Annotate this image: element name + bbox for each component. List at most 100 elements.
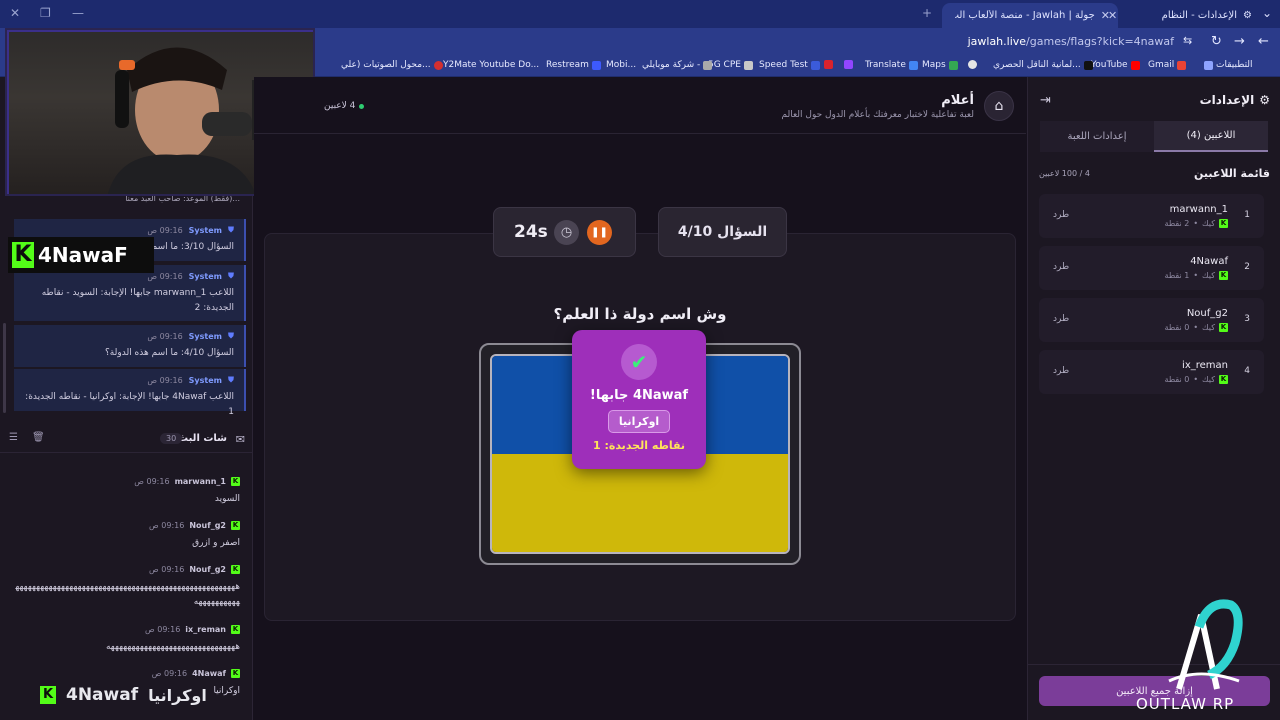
player-meta: K كيك • 0 نقطة xyxy=(1164,375,1228,384)
chat-title: شات البث xyxy=(178,433,227,444)
message-time: 09:16 ص xyxy=(149,521,185,530)
players-online-label: 4 لاعبين xyxy=(324,101,356,111)
close-tab-icon[interactable]: ✕ xyxy=(1108,9,1117,22)
tab-players[interactable]: اللاعبين (4) xyxy=(1154,121,1268,152)
popup-answer: اوكرانيا xyxy=(607,410,671,433)
bookmark-restream[interactable]: Restream xyxy=(546,60,601,70)
chat-count-badge: 30 xyxy=(160,433,183,444)
player-row: 2 4Nawaf K كيك • 1 نقطة طرد xyxy=(1039,246,1264,290)
bookmark-globe[interactable] xyxy=(968,60,977,69)
minimize-window-icon[interactable]: — xyxy=(72,6,84,20)
message-text: هههههههههههههههههههههههههههههههه xyxy=(105,642,240,652)
kick-player-button[interactable]: طرد xyxy=(1053,262,1069,272)
back-icon[interactable]: ← xyxy=(1258,34,1269,49)
players-count: 4 / 100 لاعبين xyxy=(1039,169,1090,178)
tab-title: جولة | Jawlah - منصة الألعاب الت... xyxy=(955,10,1095,21)
message-time: 09:16 ص xyxy=(147,375,183,385)
bookmark-label: Maps xyxy=(922,60,946,70)
chat-message: K Nouf_g2 09:16 ص هههههههههههههههههههههههه… xyxy=(12,565,240,610)
bookmark-gmail[interactable]: Gmail xyxy=(1148,60,1187,70)
bookmark-label: Restream xyxy=(546,60,589,70)
tab-game-settings[interactable]: إعدادات اللعبة xyxy=(1040,121,1154,152)
message-time: 09:16 ص xyxy=(134,477,170,486)
home-button[interactable]: ⌂ xyxy=(984,91,1014,121)
scrollbar[interactable] xyxy=(3,323,6,413)
player-row: 4 ix_reman K كيك • 0 نقطة طرد xyxy=(1039,350,1264,394)
question-text: وش اسم دولة ذا العلم؟ xyxy=(553,305,727,323)
message-text: السؤال 4/10: ما اسم هذه الدولة؟ xyxy=(105,348,234,358)
router-icon xyxy=(743,60,753,70)
bookmark-y2mate[interactable]: Y2Mate Youtube Do... xyxy=(443,60,539,70)
kick-player-button[interactable]: طرد xyxy=(1053,314,1069,324)
message-text: هههههههههههههههههههههههههههههههههههههههه… xyxy=(15,582,240,607)
new-tab-icon[interactable]: + xyxy=(922,6,932,20)
answer-caption-overlay: K 4Nawaf اوكرانيا xyxy=(40,683,215,707)
player-name: marwann_1 xyxy=(1169,204,1228,215)
bookmark-mobi[interactable]: Mobi... xyxy=(606,60,636,70)
bookmark-label: التطبيقات xyxy=(1216,60,1253,70)
kick-icon: K xyxy=(231,521,240,530)
message-author: Nouf_g2 xyxy=(189,521,226,530)
tab-jawlah[interactable]: ✕ جولة | Jawlah - منصة الألعاب الت... xyxy=(942,3,1118,28)
player-platform: كيك xyxy=(1202,375,1215,384)
trash-icon[interactable]: 🗑 xyxy=(32,432,45,443)
site-settings-icon[interactable]: ⇆ xyxy=(1183,34,1192,47)
bookmark-audio-converter[interactable]: محول الصوتيات (علي... xyxy=(341,60,443,70)
system-message: ⛊ System 09:16 ص اللاعب marwann_1 جابها! ا… xyxy=(14,265,246,321)
site-icon xyxy=(703,60,713,70)
reload-icon[interactable]: ↻ xyxy=(1211,34,1222,49)
bookmark-speedtest[interactable]: Speed Test xyxy=(759,60,820,70)
player-name: Nouf_g2 xyxy=(1186,308,1228,319)
bookmark-5gcpe[interactable]: 5G CPE xyxy=(708,60,753,70)
url-host: jawlah.live xyxy=(967,35,1027,48)
kick-icon: K xyxy=(1219,375,1228,384)
youtube-icon xyxy=(1130,60,1140,70)
url-field[interactable]: jawlah.live/games/flags?kick=4nawaf xyxy=(968,35,1174,48)
bookmark-nagel[interactable]: لمانية الناقل الحصري... xyxy=(993,60,1093,70)
game-title: أعلام xyxy=(941,93,974,108)
message-time: 09:16 ص xyxy=(149,565,185,574)
system-message: ⛊ System 09:16 ص اللاعب 4Nawaf جابها! الإج… xyxy=(14,369,246,417)
players-online: 4 لاعبين xyxy=(324,101,365,111)
game-area: ⌂ أعلام لعبة تفاعلية لاختبار معرفتك بأعل… xyxy=(254,77,1026,720)
message-author: System xyxy=(188,375,222,385)
home-icon: ⌂ xyxy=(994,98,1004,114)
clock-icon: ◷ xyxy=(554,220,579,245)
bookmark-mobily[interactable]: شركة موبايلي - xyxy=(642,60,713,70)
url-path: /games/flags?kick=4nawaf xyxy=(1026,35,1174,48)
bookmark-youtube[interactable]: YouTube xyxy=(1091,60,1140,70)
player-name: 4Nawaf xyxy=(1190,256,1228,267)
kick-icon: K xyxy=(231,625,240,634)
chat-message: Kmarwann_1 09:16 ص السويد xyxy=(12,477,240,507)
message-author: ix_reman xyxy=(185,625,226,634)
kick-icon: K xyxy=(231,565,240,574)
shield-icon: ⛊ xyxy=(228,375,234,384)
kick-logo-icon: K xyxy=(12,242,34,268)
site-icon xyxy=(824,60,833,69)
restore-window-icon[interactable]: ❐ xyxy=(40,6,51,20)
kick-player-button[interactable]: طرد xyxy=(1053,366,1069,376)
bookmark-apps[interactable]: التطبيقات xyxy=(1204,60,1253,70)
player-rank: 4 xyxy=(1244,366,1250,376)
collapse-panel-icon[interactable]: ⇥ xyxy=(1040,93,1051,108)
player-row: 3 Nouf_g2 K كيك • 0 نقطة طرد xyxy=(1039,298,1264,342)
message-text: اللاعب 4Nawaf جابها! الإجابة: اوكرانيا -… xyxy=(25,392,234,417)
player-points: 0 نقطة xyxy=(1164,375,1190,384)
message-author: marwann_1 xyxy=(174,477,226,486)
tab-search-icon[interactable]: ⌄ xyxy=(1262,6,1272,20)
filter-icon[interactable]: ☰ xyxy=(9,432,18,443)
chat-header: ✉ شات البث 30 🗑 ☰ xyxy=(0,427,253,453)
bookmark-maps[interactable]: Maps xyxy=(922,60,958,70)
close-window-icon[interactable]: ✕ xyxy=(10,6,20,20)
bookmark-translate[interactable]: Translate xyxy=(865,60,918,70)
tab-title: الإعدادات - النظام xyxy=(1161,10,1238,21)
tab-settings-system[interactable]: ⚙ الإعدادات - النظام ✕ xyxy=(1100,3,1260,28)
forward-icon[interactable]: → xyxy=(1234,34,1245,49)
online-dot-icon xyxy=(359,103,365,109)
kick-player-button[interactable]: طرد xyxy=(1053,210,1069,220)
message-time: 09:16 ص xyxy=(147,331,183,341)
bookmark-twitch[interactable] xyxy=(844,60,853,69)
pause-button[interactable]: ❚❚ xyxy=(587,220,612,245)
bookmark-label: Translate xyxy=(865,60,906,70)
bookmark-red[interactable] xyxy=(824,60,833,69)
